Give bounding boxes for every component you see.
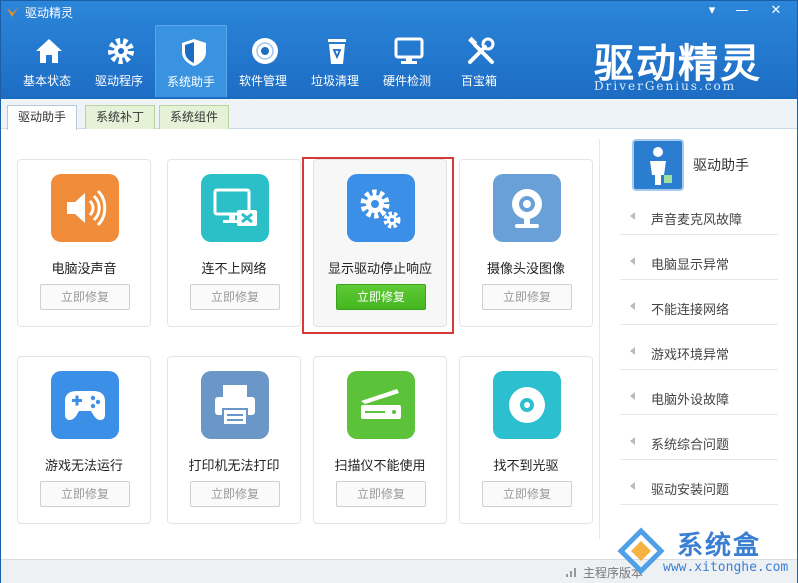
gear-icon [108, 38, 134, 64]
fix-card-printer: 打印机无法打印 立即修复 [167, 356, 301, 524]
nav-item-cleanup[interactable]: 垃圾清理 [299, 25, 371, 97]
card-title: 电脑没声音 [51, 262, 117, 277]
nav-item-toolbox[interactable]: 百宝箱 [443, 25, 515, 97]
brand-tagline: DriverGenius.com [594, 79, 737, 93]
nav-label: 垃圾清理 [310, 74, 359, 88]
fix-card-optical-drive: 找不到光驱 立即修复 [459, 356, 593, 524]
fix-now-button[interactable]: 立即修复 [40, 284, 130, 310]
fix-card-webcam: 摄像头没图像 立即修复 [459, 159, 593, 327]
main-nav: 基本状态 驱动程序 系统助手 软件管理 垃圾清理 硬件检测 百宝箱 [11, 25, 515, 97]
fix-card-game: 游戏无法运行 立即修复 [17, 356, 151, 524]
issue-label: 声音麦克风故障 [651, 213, 743, 228]
arrow-left-icon [630, 347, 635, 355]
card-title: 扫描仪不能使用 [334, 459, 426, 474]
right-panel: 驱动助手 声音麦克风故障 电脑显示异常 不能连接网络 游戏环境异常 电脑外设故障… [599, 139, 789, 539]
issue-label: 系统综合问题 [651, 438, 730, 453]
watermark-text: 系统盒 [677, 531, 762, 561]
nav-item-system-assistant[interactable]: 系统助手 [155, 25, 227, 97]
tools-icon [468, 36, 495, 64]
nav-label: 软件管理 [238, 74, 287, 88]
tab-system-patch[interactable]: 系统补丁 [85, 105, 156, 129]
issue-link-network[interactable]: 不能连接网络 [620, 291, 778, 325]
webcam-icon [493, 174, 561, 242]
card-title: 摄像头没图像 [486, 262, 565, 277]
fix-now-button[interactable]: 立即修复 [190, 284, 280, 310]
nav-item-hardware[interactable]: 硬件检测 [371, 25, 443, 97]
nav-item-software[interactable]: 软件管理 [227, 25, 299, 97]
monitor-icon [394, 37, 424, 64]
fix-now-button[interactable]: 立即修复 [482, 284, 572, 310]
fix-card-scanner: 扫描仪不能使用 立即修复 [313, 356, 447, 524]
app-logo-icon [7, 6, 19, 17]
disc-icon [252, 38, 278, 64]
fix-now-button[interactable]: 立即修复 [482, 481, 572, 507]
selection-highlight [302, 157, 454, 334]
arrow-left-icon [630, 302, 635, 310]
issue-label: 驱动安装问题 [651, 483, 730, 498]
issue-label: 电脑外设故障 [651, 393, 730, 408]
optical-disc-icon [493, 371, 561, 439]
menu-dropdown-button[interactable]: ▾ [699, 1, 725, 21]
tab-driver-assistant[interactable]: 驱动助手 [7, 105, 78, 130]
sub-tab-bar: 驱动助手 系统补丁 系统组件 [1, 99, 797, 130]
fix-card-sound: 电脑没声音 立即修复 [17, 159, 151, 327]
arrow-left-icon [630, 257, 635, 265]
watermark-url: www.xitonghe.com [663, 560, 789, 575]
fix-now-button[interactable]: 立即修复 [40, 481, 130, 507]
nav-label: 基本状态 [22, 74, 71, 88]
tab-system-components[interactable]: 系统组件 [159, 105, 230, 129]
nav-label: 硬件检测 [382, 74, 431, 88]
issue-link-sound-mic[interactable]: 声音麦克风故障 [620, 201, 778, 235]
issue-link-display[interactable]: 电脑显示异常 [620, 246, 778, 280]
home-icon [36, 39, 62, 63]
scanner-icon [347, 371, 415, 439]
arrow-left-icon [630, 437, 635, 445]
gamepad-icon [51, 371, 119, 439]
minimize-button[interactable]: — [729, 1, 755, 21]
signal-icon [566, 568, 576, 577]
issue-link-system[interactable]: 系统综合问题 [620, 426, 778, 460]
fix-now-button[interactable]: 立即修复 [190, 481, 280, 507]
speaker-icon [51, 174, 119, 242]
card-title: 游戏无法运行 [44, 459, 123, 474]
card-title: 打印机无法打印 [188, 459, 280, 474]
nav-item-basic-status[interactable]: 基本状态 [11, 25, 83, 97]
arrow-left-icon [630, 482, 635, 490]
watermark-logo-icon [617, 527, 665, 575]
recycle-bin-icon [328, 39, 346, 64]
nav-label: 驱动程序 [94, 74, 143, 88]
nav-label: 百宝箱 [460, 74, 497, 88]
issue-link-peripheral[interactable]: 电脑外设故障 [620, 381, 778, 415]
top-bar: 驱动精灵 ▾ — ✕ 基本状态 驱动程序 系统助手 软件管理 垃圾清理 硬件检测… [1, 1, 797, 99]
brand-logo: 驱动精灵 DriverGenius.com [586, 31, 766, 95]
fix-now-button[interactable]: 立即修复 [336, 481, 426, 507]
card-title: 找不到光驱 [493, 459, 559, 474]
issue-link-game-env[interactable]: 游戏环境异常 [620, 336, 778, 370]
issue-label: 不能连接网络 [651, 303, 730, 318]
arrow-left-icon [630, 392, 635, 400]
nav-item-drivers[interactable]: 驱动程序 [83, 25, 155, 97]
card-title: 连不上网络 [201, 262, 267, 277]
issue-label: 游戏环境异常 [651, 348, 730, 363]
issue-link-driver-install[interactable]: 驱动安装问题 [620, 471, 778, 505]
nav-label: 系统助手 [166, 75, 215, 89]
fix-card-network: 连不上网络 立即修复 [167, 159, 301, 327]
network-monitor-icon [201, 174, 269, 242]
close-button[interactable]: ✕ [763, 1, 789, 21]
right-panel-title: 驱动助手 [693, 158, 749, 174]
issue-label: 电脑显示异常 [651, 258, 730, 273]
app-title: 驱动精灵 [25, 6, 74, 20]
shield-icon [182, 39, 206, 66]
app-window: 驱动精灵 ▾ — ✕ 基本状态 驱动程序 系统助手 软件管理 垃圾清理 硬件检测… [0, 0, 798, 583]
driver-assistant-icon [632, 139, 684, 191]
title-bar: 驱动精灵 ▾ — ✕ [1, 1, 797, 23]
watermark: 系统盒 www.xitonghe.com [607, 523, 797, 581]
printer-icon [201, 371, 269, 439]
arrow-left-icon [630, 212, 635, 220]
